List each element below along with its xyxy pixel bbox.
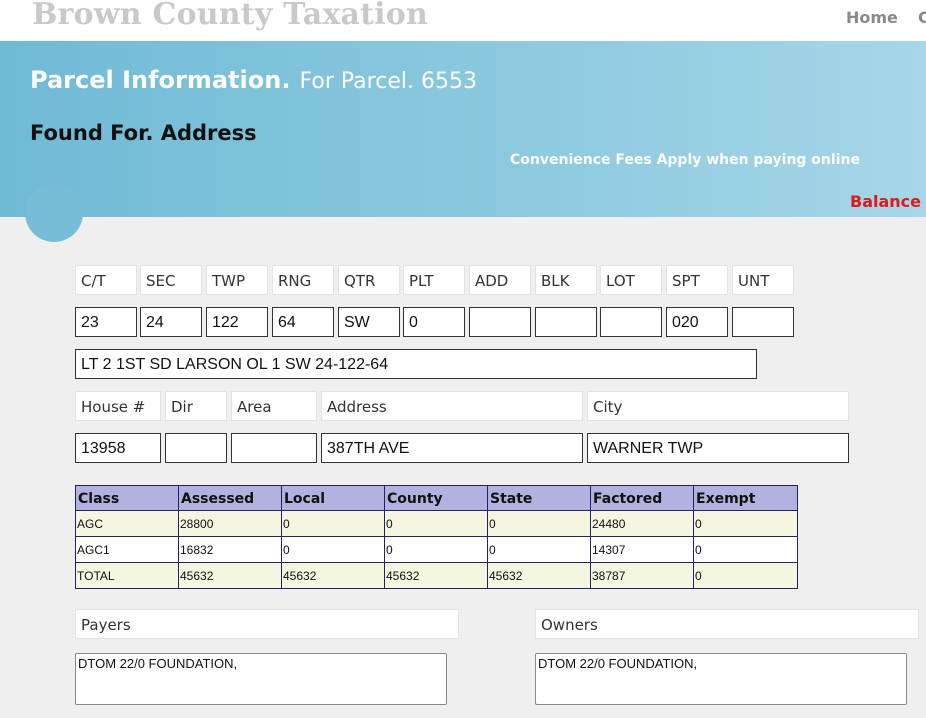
table-row: AGC1 16832 0 0 0 14307 0 <box>75 536 798 563</box>
balance-label: Balance = <box>850 192 926 211</box>
table-row: AGC 28800 0 0 0 24480 0 <box>75 510 798 537</box>
label-blk: BLK <box>535 265 597 295</box>
label-qtr: QTR <box>338 265 400 295</box>
value-unt <box>732 307 794 337</box>
table-cell: 0 <box>281 536 385 563</box>
parcel-number-label: For Parcel. 6553 <box>299 69 477 94</box>
found-for-address: Found For. Address <box>30 121 257 145</box>
label-address: Address <box>321 391 583 421</box>
convenience-fees-notice: Convenience Fees Apply when paying onlin… <box>510 152 860 168</box>
label-lot: LOT <box>600 265 662 295</box>
label-rng: RNG <box>272 265 334 295</box>
nav-home-link[interactable]: Home <box>846 8 898 27</box>
page-title-main: Parcel Information. <box>30 66 291 94</box>
table-cell: 0 <box>384 536 488 563</box>
value-ct: 23 <box>75 307 137 337</box>
value-add <box>469 307 531 337</box>
value-house-number: 13958 <box>75 433 161 463</box>
label-unt: UNT <box>732 265 794 295</box>
parcel-banner: Parcel Information. For Parcel. 6553 Fou… <box>0 41 926 217</box>
tax-valuation-table: Class Assessed Local County State Factor… <box>75 485 798 589</box>
site-title[interactable]: Brown County Taxation <box>32 0 428 32</box>
value-qtr: SW <box>338 307 400 337</box>
col-header-assessed: Assessed <box>178 485 282 511</box>
legal-description-field: LT 2 1ST SD LARSON OL 1 SW 24-122-64 <box>75 349 757 379</box>
label-house-number: House # <box>75 391 161 421</box>
table-cell: TOTAL <box>75 562 179 589</box>
value-address: 387TH AVE <box>321 433 583 463</box>
value-blk <box>535 307 597 337</box>
table-cell: AGC1 <box>75 536 179 563</box>
label-twp: TWP <box>206 265 268 295</box>
table-cell: 0 <box>693 510 798 537</box>
value-lot <box>600 307 662 337</box>
value-spt: 020 <box>666 307 728 337</box>
table-cell: 45632 <box>178 562 282 589</box>
col-header-exempt: Exempt <box>693 485 798 511</box>
label-ct: C/T <box>75 265 137 295</box>
table-cell: 24480 <box>590 510 694 537</box>
banner-decorative-circle <box>25 184 83 242</box>
label-dir: Dir <box>165 391 227 421</box>
value-plt: 0 <box>403 307 465 337</box>
label-spt: SPT <box>666 265 728 295</box>
table-cell: 28800 <box>178 510 282 537</box>
col-header-local: Local <box>281 485 385 511</box>
value-area <box>231 433 317 463</box>
label-area: Area <box>231 391 317 421</box>
table-cell: AGC <box>75 510 179 537</box>
label-sec: SEC <box>140 265 202 295</box>
table-row-total: TOTAL 45632 45632 45632 45632 38787 0 <box>75 562 798 589</box>
table-cell: 0 <box>281 510 385 537</box>
payers-label: Payers <box>75 609 459 639</box>
top-nav-bar: Brown County Taxation Home C <box>0 0 926 41</box>
value-city: WARNER TWP <box>587 433 849 463</box>
label-plt: PLT <box>403 265 465 295</box>
table-cell: 16832 <box>178 536 282 563</box>
owners-textarea[interactable]: DTOM 22/0 FOUNDATION, <box>535 653 907 705</box>
label-add: ADD <box>469 265 531 295</box>
col-header-county: County <box>384 485 488 511</box>
value-rng: 64 <box>272 307 334 337</box>
owners-label: Owners <box>535 609 919 639</box>
value-dir <box>165 433 227 463</box>
value-twp: 122 <box>206 307 268 337</box>
col-header-class: Class <box>75 485 179 511</box>
table-cell: 0 <box>384 510 488 537</box>
table-cell: 45632 <box>487 562 591 589</box>
table-cell: 45632 <box>281 562 385 589</box>
col-header-state: State <box>487 485 591 511</box>
table-cell: 0 <box>693 562 798 589</box>
payers-textarea[interactable]: DTOM 22/0 FOUNDATION, <box>75 653 447 705</box>
table-cell: 0 <box>693 536 798 563</box>
page-title: Parcel Information. For Parcel. 6553 <box>30 66 477 94</box>
label-city: City <box>587 391 849 421</box>
table-cell: 0 <box>487 510 591 537</box>
nav-next-link-partial[interactable]: C <box>918 8 926 27</box>
table-header-row: Class Assessed Local County State Factor… <box>75 485 798 511</box>
value-sec: 24 <box>140 307 202 337</box>
table-cell: 38787 <box>590 562 694 589</box>
table-cell: 14307 <box>590 536 694 563</box>
table-cell: 0 <box>487 536 591 563</box>
col-header-factored: Factored <box>590 485 694 511</box>
table-cell: 45632 <box>384 562 488 589</box>
